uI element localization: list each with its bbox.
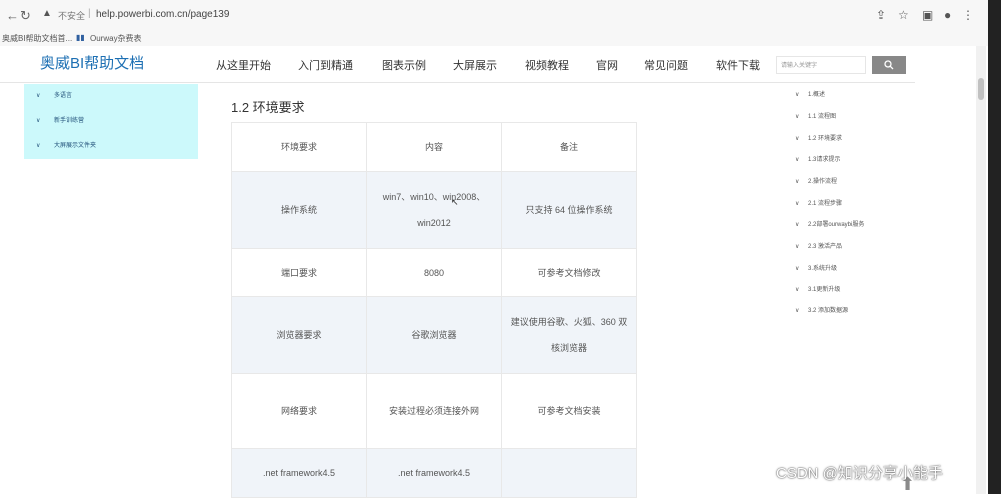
bookmark-item[interactable]: 奥威BI帮助文档首... xyxy=(2,33,72,44)
nav-item-faq[interactable]: 常见问题 xyxy=(644,57,688,73)
page-title: 1.2 环境要求 xyxy=(231,100,305,115)
sidebar-item-multilang[interactable]: ∨ 多语言 xyxy=(24,84,198,109)
table-row: 操作系统 win7、win10、win2008、win2012 只支持 64 位… xyxy=(231,171,637,249)
toc-item[interactable]: ∨ 3.1更新升级 xyxy=(795,284,840,293)
toc-item[interactable]: ∨ 1.3请求提示 xyxy=(795,154,840,163)
table-cell: 网络要求 xyxy=(231,373,367,449)
table-row: 浏览器要求 谷歌浏览器 建议使用谷歌、火狐、360 双核浏览器 xyxy=(231,296,637,374)
table-row: 端口要求 8080 可参考文档修改 xyxy=(231,248,637,297)
chevron-down-icon: ∨ xyxy=(795,179,800,185)
nav-item-official[interactable]: 官网 xyxy=(596,57,618,73)
scrollbar-thumb[interactable] xyxy=(978,78,984,100)
table-cell: 谷歌浏览器 xyxy=(366,296,502,374)
search-icon xyxy=(884,60,894,70)
reload-icon[interactable]: ↻ xyxy=(20,8,31,24)
toc-item[interactable]: ∨ 3.2 添加数据源 xyxy=(795,305,848,314)
chevron-down-icon: ∨ xyxy=(795,244,800,250)
chevron-down-icon: ∨ xyxy=(795,114,800,120)
bookmarks-bar: 奥威BI帮助文档首... ▮▮ Ourway杂费表 xyxy=(0,30,1001,46)
url-divider: | xyxy=(88,8,91,19)
table-header: 内容 xyxy=(366,122,502,172)
address-bar-row: ← ↻ ▲ 不安全 | help.powerbi.com.cn/page139 … xyxy=(0,0,1001,30)
nav-item-screens[interactable]: 大屏展示 xyxy=(453,57,497,73)
chevron-down-icon: ∨ xyxy=(795,201,800,207)
toc-item[interactable]: ∨ 2.3 激活产品 xyxy=(795,241,842,250)
table-row: 网络要求 安装过程必须连接外网 可参考文档安装 xyxy=(231,373,637,449)
table-row: .net framework4.5 .net framework4.5 xyxy=(231,448,637,498)
table-cell: 可参考文档安装 xyxy=(501,373,637,449)
chevron-down-icon: ∨ xyxy=(795,92,800,98)
table-cell: 只支持 64 位操作系统 xyxy=(501,171,637,249)
mouse-cursor-icon: ↖ xyxy=(451,197,459,207)
chevron-down-icon: ∨ xyxy=(36,118,41,124)
table-header: 备注 xyxy=(501,122,637,172)
table-cell: 建议使用谷歌、火狐、360 双核浏览器 xyxy=(501,296,637,374)
table-cell: 安装过程必须连接外网 xyxy=(366,373,502,449)
url-input[interactable]: help.powerbi.com.cn/page139 xyxy=(96,9,229,20)
profile-icon[interactable]: ● xyxy=(944,8,951,22)
star-icon[interactable]: ☆ xyxy=(898,8,909,22)
toc-item[interactable]: ∨ 1.概述 xyxy=(795,89,825,98)
table-cell xyxy=(501,448,637,498)
table-cell: win7、win10、win2008、win2012 xyxy=(366,171,502,249)
chevron-down-icon: ∨ xyxy=(795,157,800,163)
header-divider xyxy=(0,82,915,83)
table-cell: 8080 xyxy=(366,248,502,297)
share-icon[interactable]: ⇪ xyxy=(876,8,886,22)
screen-edge xyxy=(988,0,1001,494)
chevron-down-icon: ∨ xyxy=(795,287,800,293)
nav-item-guide[interactable]: 入门到精通 xyxy=(298,57,353,73)
table-cell: .net framework4.5 xyxy=(231,448,367,498)
table-header: 环境要求 xyxy=(231,122,367,172)
table-header-row: 环境要求 内容 备注 xyxy=(231,122,637,172)
toc-item[interactable]: ∨ 2.2部署ourwaybi服务 xyxy=(795,219,864,228)
chevron-down-icon: ∨ xyxy=(36,93,41,99)
site-logo[interactable]: 奥威BI帮助文档 xyxy=(40,52,144,73)
watermark-text: CSDN @知识分享小能手 xyxy=(776,465,943,482)
table-cell: 可参考文档修改 xyxy=(501,248,637,297)
toc-item[interactable]: ∨ 3.系统升级 xyxy=(795,263,837,272)
bookmark-item[interactable]: Ourway杂费表 xyxy=(90,33,142,44)
table-cell: 浏览器要求 xyxy=(231,296,367,374)
page-scrollbar[interactable] xyxy=(976,46,986,494)
sidebar-item-screen-folder[interactable]: ∨ 大屏展示文件夹 xyxy=(24,134,198,159)
toc-item[interactable]: ∨ 1.1 流程图 xyxy=(795,111,836,120)
nav-item-download[interactable]: 软件下载 xyxy=(716,57,760,73)
search-button[interactable] xyxy=(872,56,906,74)
menu-icon[interactable]: ⋮ xyxy=(962,8,974,22)
back-icon[interactable]: ← xyxy=(6,8,19,23)
sidebar-item-training[interactable]: ∨ 新手训练营 xyxy=(24,109,198,134)
warning-icon[interactable]: ▲ xyxy=(42,8,52,19)
environment-table: 环境要求 内容 备注 操作系统 win7、win10、win2008、win20… xyxy=(231,122,637,498)
nav-item-start[interactable]: 从这里开始 xyxy=(216,57,271,73)
chevron-down-icon: ∨ xyxy=(795,136,800,142)
table-cell: .net framework4.5 xyxy=(366,448,502,498)
toc-item[interactable]: ∨ 2.操作流程 xyxy=(795,176,837,185)
sidepanel-icon[interactable]: ▣ xyxy=(922,8,933,22)
nav-item-charts[interactable]: 图表示例 xyxy=(382,57,426,73)
search-input[interactable]: 请输入关键字 xyxy=(776,56,866,74)
chevron-down-icon: ∨ xyxy=(795,308,800,314)
table-cell: 端口要求 xyxy=(231,248,367,297)
chevron-down-icon: ∨ xyxy=(795,222,800,228)
toc-item[interactable]: ∨ 1.2 环境要求 xyxy=(795,133,842,142)
chevron-down-icon: ∨ xyxy=(36,143,41,149)
insecure-label[interactable]: 不安全 xyxy=(58,9,85,22)
chevron-down-icon: ∨ xyxy=(795,266,800,272)
toc-item[interactable]: ∨ 2.1 流程步骤 xyxy=(795,198,842,207)
table-cell: 操作系统 xyxy=(231,171,367,249)
bookmark-icon: ▮▮ xyxy=(76,33,85,42)
nav-item-videos[interactable]: 视频教程 xyxy=(525,57,569,73)
